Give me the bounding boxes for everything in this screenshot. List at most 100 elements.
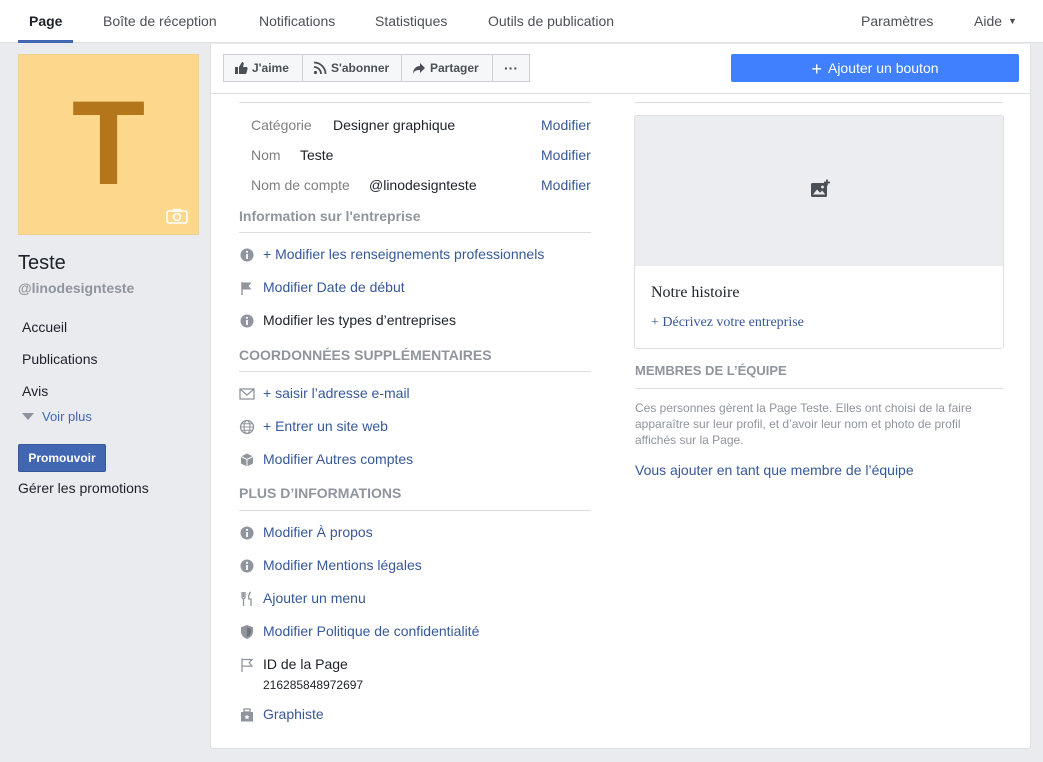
name-label: Nom bbox=[251, 147, 281, 163]
add-menu-link: Ajouter un menu bbox=[263, 590, 366, 606]
edit-name-link[interactable]: Modifier bbox=[541, 147, 591, 163]
like-button[interactable]: J'aime bbox=[223, 54, 303, 82]
describe-business-link[interactable]: + Décrivez votre entreprise bbox=[651, 315, 804, 331]
page-id-label: ID de la Page bbox=[263, 656, 348, 672]
share-label: Partager bbox=[430, 61, 479, 75]
business-info-title: Information sur l'entreprise bbox=[239, 208, 421, 224]
category-value: Designer graphique bbox=[333, 117, 456, 133]
category-graphiste-item[interactable]: Graphiste bbox=[239, 706, 591, 726]
promote-button[interactable]: Promouvoir bbox=[18, 444, 106, 472]
share-arrow-icon bbox=[413, 63, 425, 74]
action-bar: J'aime S'abonner Partager ··· + Ajouter u… bbox=[211, 44, 1030, 94]
add-button-label: Ajouter un bouton bbox=[827, 60, 939, 76]
rss-icon bbox=[313, 61, 327, 75]
category-label: Catégorie bbox=[251, 117, 312, 133]
camera-icon[interactable] bbox=[166, 208, 188, 224]
divider bbox=[239, 371, 591, 372]
info-icon bbox=[240, 559, 254, 573]
shield-icon bbox=[241, 625, 253, 639]
tab-inbox[interactable]: Boîte de réception bbox=[103, 0, 217, 43]
username-label: Nom de compte bbox=[251, 177, 350, 193]
avatar-letter: T bbox=[71, 76, 146, 210]
page-id-item: ID de la Page bbox=[239, 656, 591, 676]
info-icon bbox=[240, 248, 254, 262]
page-handle: @linodesignteste bbox=[18, 280, 135, 296]
follow-button[interactable]: S'abonner bbox=[302, 54, 402, 82]
page-name: Teste bbox=[18, 252, 66, 274]
divider bbox=[635, 102, 1003, 103]
edit-legal-link: Modifier Mentions légales bbox=[263, 557, 422, 573]
divider bbox=[635, 388, 1003, 389]
divider bbox=[239, 510, 591, 511]
help-label: Aide bbox=[974, 13, 1003, 29]
add-yourself-team-link[interactable]: Vous ajouter en tant que membre de l’équ… bbox=[635, 462, 914, 478]
triangle-down-icon bbox=[22, 413, 34, 420]
plus-icon: + bbox=[811, 59, 822, 79]
add-menu-item[interactable]: Ajouter un menu bbox=[239, 590, 591, 610]
team-members-title: MEMBRES DE L’ÉQUIPE bbox=[635, 363, 787, 378]
tab-notifications[interactable]: Notifications bbox=[259, 0, 335, 43]
edit-username-link[interactable]: Modifier bbox=[541, 177, 591, 193]
page-id-value: 216285848972697 bbox=[263, 678, 364, 692]
see-more-label: Voir plus bbox=[42, 409, 92, 424]
add-email-item[interactable]: + saisir l’adresse e-mail bbox=[239, 385, 591, 405]
edit-start-date-item[interactable]: Modifier Date de début bbox=[239, 279, 591, 299]
envelope-icon bbox=[239, 388, 255, 400]
flag-outline-icon bbox=[241, 658, 254, 672]
cube-icon bbox=[240, 453, 254, 467]
edit-about-link: Modifier À propos bbox=[263, 524, 373, 540]
sidebar-item-home[interactable]: Accueil bbox=[22, 319, 67, 335]
category-graphiste-link: Graphiste bbox=[263, 706, 324, 722]
more-options-button[interactable]: ··· bbox=[492, 54, 530, 82]
edit-business-types-item[interactable]: Modifier les types d’entreprises bbox=[239, 312, 591, 332]
profile-picture[interactable]: T bbox=[18, 54, 199, 235]
edit-other-accounts-item[interactable]: Modifier Autres comptes bbox=[239, 451, 591, 471]
tab-page[interactable]: Page bbox=[18, 0, 74, 43]
flag-icon bbox=[241, 282, 252, 295]
name-value: Teste bbox=[300, 147, 334, 163]
edit-privacy-item[interactable]: Modifier Politique de confidentialité bbox=[239, 623, 591, 643]
edit-legal-item[interactable]: Modifier Mentions légales bbox=[239, 557, 591, 577]
help-menu[interactable]: Aide ▼ bbox=[974, 0, 1017, 43]
fork-knife-icon bbox=[241, 591, 252, 606]
edit-about-item[interactable]: Modifier À propos bbox=[239, 524, 591, 544]
info-icon bbox=[240, 526, 254, 540]
sidebar-item-posts[interactable]: Publications bbox=[22, 351, 98, 367]
edit-start-date-link: Modifier Date de début bbox=[263, 279, 405, 295]
caret-down-icon: ▼ bbox=[1008, 16, 1017, 26]
edit-business-info-item[interactable]: + Modifier les renseignements profession… bbox=[239, 246, 591, 266]
edit-category-link[interactable]: Modifier bbox=[541, 117, 591, 133]
briefcase-icon bbox=[241, 708, 253, 722]
add-button[interactable]: + Ajouter un bouton bbox=[731, 54, 1019, 82]
follow-label: S'abonner bbox=[331, 61, 390, 75]
divider bbox=[239, 232, 591, 233]
left-sidebar: T Teste @linodesignteste Accueil Publica… bbox=[0, 44, 210, 762]
thumbs-up-icon bbox=[235, 62, 248, 74]
story-cover-area[interactable] bbox=[635, 116, 1003, 266]
share-button[interactable]: Partager bbox=[401, 54, 493, 82]
edit-business-types-text: Modifier les types d’entreprises bbox=[263, 312, 456, 328]
edit-other-accounts-link: Modifier Autres comptes bbox=[263, 451, 414, 467]
tab-publishing-tools[interactable]: Outils de publication bbox=[488, 0, 614, 43]
edit-business-info-link: + Modifier les renseignements profession… bbox=[263, 246, 545, 262]
top-navigation: Page Boîte de réception Notifications St… bbox=[0, 0, 1043, 43]
username-value: @linodesignteste bbox=[369, 177, 477, 193]
edit-privacy-link: Modifier Politique de confidentialité bbox=[263, 623, 480, 639]
see-more-link[interactable]: Voir plus bbox=[22, 409, 92, 424]
settings-link[interactable]: Paramètres bbox=[861, 0, 933, 43]
add-email-link: + saisir l’adresse e-mail bbox=[263, 385, 410, 401]
add-website-item[interactable]: + Entrer un site web bbox=[239, 418, 591, 438]
divider bbox=[239, 102, 591, 103]
sidebar-item-reviews[interactable]: Avis bbox=[22, 383, 48, 399]
manage-promotions-link[interactable]: Gérer les promotions bbox=[18, 480, 149, 496]
main-panel: J'aime S'abonner Partager ··· + Ajouter u… bbox=[210, 44, 1031, 749]
tab-statistics[interactable]: Statistiques bbox=[375, 0, 447, 43]
contact-info-title: COORDONNÉES SUPPLÉMENTAIRES bbox=[239, 347, 492, 363]
our-story-card[interactable]: Notre histoire + Décrivez votre entrepri… bbox=[634, 115, 1004, 349]
more-info-title: PLUS D’INFORMATIONS bbox=[239, 485, 402, 501]
info-icon bbox=[240, 314, 254, 328]
add-website-link: + Entrer un site web bbox=[263, 418, 388, 434]
like-label: J'aime bbox=[252, 61, 289, 75]
story-title: Notre histoire bbox=[651, 284, 740, 301]
globe-icon bbox=[239, 419, 255, 435]
